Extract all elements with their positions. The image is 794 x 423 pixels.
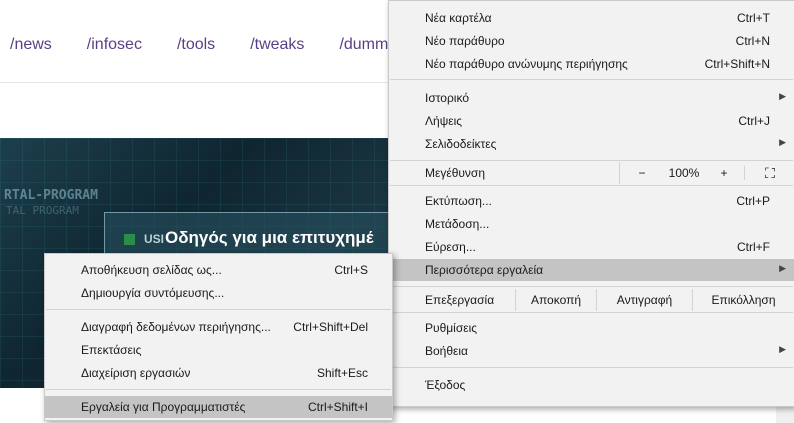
submenu-arrow-icon: ▶: [779, 91, 786, 101]
menu-downloads[interactable]: Λήψεις Ctrl+J: [389, 110, 794, 132]
site-nav: /news /infosec /tools /tweaks /dummies: [0, 36, 434, 54]
submenu-arrow-icon: ▶: [779, 344, 786, 354]
menu-new-window[interactable]: Νέο παράθυρο Ctrl+N: [389, 30, 794, 52]
submenu-arrow-icon: ▶: [779, 263, 786, 273]
hero-title[interactable]: Οδηγός για μια επιτυχημέ: [165, 228, 374, 248]
nav-link-infosec[interactable]: /infosec: [87, 36, 142, 54]
hero-bg-text: RTAL-PROGRAM: [4, 188, 98, 203]
menu-separator: [390, 185, 793, 186]
menu-help[interactable]: Βοήθεια ▶: [389, 340, 794, 362]
submenu-task-manager[interactable]: Διαχείριση εργασιών Shift+Esc: [45, 362, 392, 384]
zoom-out-button[interactable]: −: [620, 166, 664, 180]
hero-indicator: [124, 234, 135, 245]
submenu-arrow-icon: ▶: [779, 137, 786, 147]
menu-bookmarks[interactable]: Σελιδοδείκτες ▶: [389, 133, 794, 155]
menu-separator: [390, 367, 793, 368]
fullscreen-icon[interactable]: ⛶: [745, 165, 794, 182]
submenu-developer-tools[interactable]: Εργαλεία για Προγραμματιστές Ctrl+Shift+…: [45, 396, 392, 418]
menu-history[interactable]: Ιστορικό ▶: [389, 87, 794, 109]
nav-link-tools[interactable]: /tools: [177, 36, 215, 54]
menu-print[interactable]: Εκτύπωση... Ctrl+P: [389, 190, 794, 212]
menu-find[interactable]: Εύρεση... Ctrl+F: [389, 236, 794, 258]
menu-new-tab[interactable]: Νέα καρτέλα Ctrl+T: [389, 7, 794, 29]
copy-button[interactable]: Αντιγραφή: [596, 289, 692, 311]
zoom-in-button[interactable]: +: [704, 166, 745, 180]
zoom-control: − 100% + ⛶: [619, 162, 794, 184]
menu-new-incognito-window[interactable]: Νέο παράθυρο ανώνυμης περιήγησης Ctrl+Sh…: [389, 53, 794, 75]
menu-edit-row: Επεξεργασία Αποκοπή Αντιγραφή Επικόλληση: [389, 289, 794, 311]
menu-separator: [390, 312, 793, 313]
menu-separator: [390, 160, 793, 161]
menu-separator: [46, 389, 391, 390]
menu-cast[interactable]: Μετάδοση...: [389, 213, 794, 235]
menu-zoom-row: Μεγέθυνση − 100% + ⛶: [389, 162, 794, 184]
menu-exit[interactable]: Έξοδος: [389, 374, 794, 396]
paste-button[interactable]: Επικόλληση: [692, 289, 794, 311]
menu-settings[interactable]: Ρυθμίσεις: [389, 317, 794, 339]
submenu-clear-browsing-data[interactable]: Διαγραφή δεδομένων περιήγησης... Ctrl+Sh…: [45, 316, 392, 338]
nav-link-news[interactable]: /news: [10, 36, 52, 54]
menu-separator: [46, 309, 391, 310]
zoom-level: 100%: [668, 166, 700, 180]
nav-link-tweaks[interactable]: /tweaks: [250, 36, 304, 54]
menu-separator: [390, 286, 793, 287]
more-tools-submenu: Αποθήκευση σελίδας ως... Ctrl+S Δημιουργ…: [44, 253, 393, 421]
menu-more-tools[interactable]: Περισσότερα εργαλεία ▶: [389, 259, 794, 281]
hero-bg-text-2: TAL PROGRAM: [6, 204, 79, 217]
hero-box-text: USI: [144, 232, 165, 246]
menu-separator: [390, 79, 793, 80]
browser-main-menu: Νέα καρτέλα Ctrl+T Νέο παράθυρο Ctrl+N Ν…: [388, 0, 794, 407]
cut-button[interactable]: Αποκοπή: [515, 289, 596, 311]
submenu-create-shortcut[interactable]: Δημιουργία συντόμευσης...: [45, 282, 392, 304]
submenu-save-page[interactable]: Αποθήκευση σελίδας ως... Ctrl+S: [45, 259, 392, 281]
submenu-extensions[interactable]: Επεκτάσεις: [45, 339, 392, 361]
